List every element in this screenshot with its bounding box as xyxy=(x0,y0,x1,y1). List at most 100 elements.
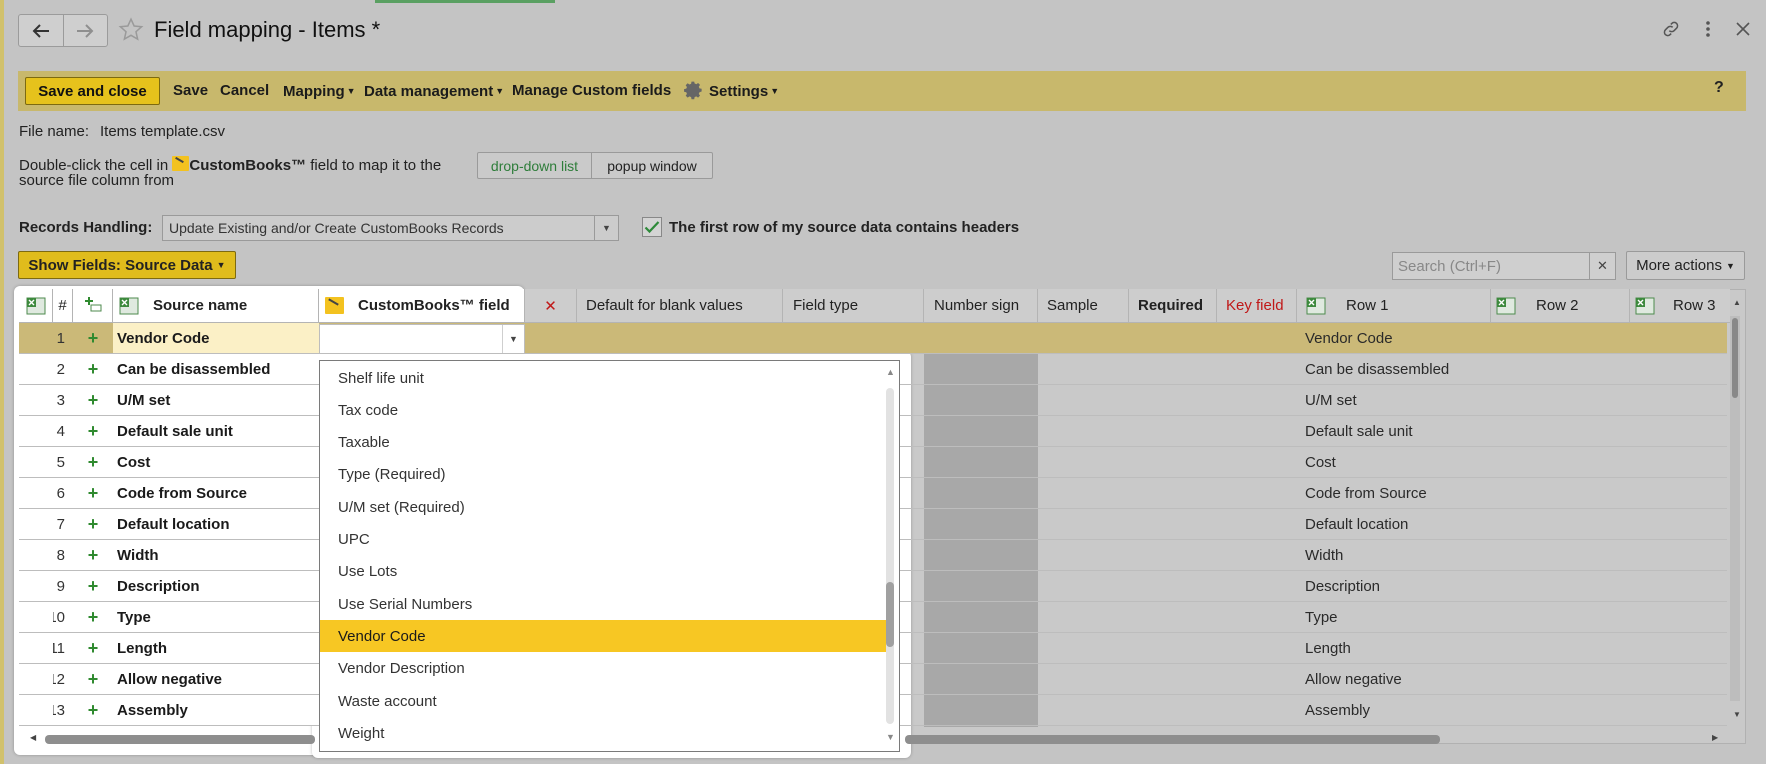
add-row-button[interactable]: + xyxy=(73,633,113,663)
row-number: 4 xyxy=(56,422,65,440)
add-row-button[interactable]: + xyxy=(73,695,113,725)
source-name-cell[interactable]: Description xyxy=(113,571,319,601)
dropdown-option[interactable]: Waste account xyxy=(320,685,886,717)
scroll-up-icon[interactable]: ▲ xyxy=(1733,298,1741,307)
source-name-cell[interactable]: Assembly xyxy=(113,695,319,725)
source-name-cell[interactable]: Width xyxy=(113,540,319,570)
scroll-right-icon[interactable]: ▶ xyxy=(1712,733,1718,742)
dropdown-option[interactable]: Tax code xyxy=(320,394,886,426)
add-row-button[interactable]: + xyxy=(73,664,113,694)
row1-cell[interactable]: Default location xyxy=(1297,509,1491,539)
row1-cell[interactable]: Width xyxy=(1297,540,1491,570)
source-name-cell[interactable]: Type xyxy=(113,602,319,632)
scroll-left-icon[interactable]: ◀ xyxy=(30,733,36,742)
search-input[interactable]: Search (Ctrl+F) xyxy=(1392,252,1590,280)
settings-label: Settings xyxy=(709,83,769,100)
show-fields-button[interactable]: Show Fields: Source Data ▼ xyxy=(18,251,236,279)
source-name-cell[interactable]: Vendor Code xyxy=(113,323,319,353)
back-button[interactable] xyxy=(19,15,63,46)
source-name-cell[interactable]: Length xyxy=(113,633,319,663)
more-menu-button[interactable] xyxy=(1695,16,1721,42)
grid-horizontal-scrollbar-thumb[interactable] xyxy=(905,735,1440,744)
dropdown-option[interactable]: Vendor Code xyxy=(320,620,886,653)
plus-icon: + xyxy=(87,668,99,689)
headers-checkbox[interactable] xyxy=(642,217,662,237)
source-name-cell[interactable]: Can be disassembled xyxy=(113,354,319,384)
row1-cell[interactable]: U/M set xyxy=(1297,385,1491,415)
records-handling-select[interactable]: Update Existing and/or Create CustomBook… xyxy=(162,215,619,241)
add-row-button[interactable]: + xyxy=(73,509,113,539)
popup-window-toggle[interactable]: popup window xyxy=(591,152,713,179)
favorite-star-button[interactable] xyxy=(118,17,146,45)
row-number: 2 xyxy=(56,360,65,378)
add-row-button[interactable]: + xyxy=(73,602,113,632)
dropdown-option[interactable]: Use Serial Numbers xyxy=(320,588,886,620)
source-name-cell[interactable]: Cost xyxy=(113,447,319,477)
custombooks-field-dropdown[interactable]: Shelf life unit Tax code Taxable Type (Requ… xyxy=(319,360,900,752)
row1-cell[interactable]: Length xyxy=(1297,633,1491,663)
active-tab-indicator xyxy=(375,0,555,3)
clear-mapping-header[interactable]: ✕ xyxy=(525,289,577,323)
dropdown-option[interactable]: Taxable xyxy=(320,427,886,459)
row1-cell[interactable]: Code from Source xyxy=(1297,478,1491,508)
save-button[interactable]: Save xyxy=(173,79,208,103)
save-and-close-button[interactable]: Save and close xyxy=(25,77,160,105)
dropdown-option[interactable]: Use Lots xyxy=(320,556,886,588)
cancel-button[interactable]: Cancel xyxy=(220,79,269,103)
settings-menu[interactable]: Settings ▼ xyxy=(709,79,779,103)
link-button[interactable] xyxy=(1658,16,1684,42)
add-row-button[interactable]: + xyxy=(73,447,113,477)
chevron-down-icon[interactable]: ▼ xyxy=(502,325,524,353)
row1-cell[interactable]: Description xyxy=(1297,571,1491,601)
row1-cell[interactable]: Assembly xyxy=(1297,695,1491,725)
source-name-cell[interactable]: Allow negative xyxy=(113,664,319,694)
search-clear-button[interactable]: ✕ xyxy=(1589,252,1616,280)
mapping-menu[interactable]: Mapping ▼ xyxy=(283,79,356,103)
source-name-cell[interactable]: Default sale unit xyxy=(113,416,319,446)
dropdown-option[interactable]: U/M set (Required) xyxy=(320,491,886,523)
add-row-button[interactable]: + xyxy=(73,385,113,415)
forward-button[interactable] xyxy=(62,15,108,46)
scroll-down-icon[interactable]: ▼ xyxy=(886,732,895,742)
dropdown-scrollbar-track[interactable] xyxy=(886,388,894,724)
row1-cell[interactable]: Allow negative xyxy=(1297,664,1491,694)
more-actions-button[interactable]: More actions ▼ xyxy=(1626,251,1745,280)
row1-cell[interactable]: Type xyxy=(1297,602,1491,632)
add-column-header[interactable] xyxy=(73,289,113,323)
grid-horizontal-scrollbar-thumb-left[interactable] xyxy=(45,735,315,744)
row1-cell[interactable]: Cost xyxy=(1297,447,1491,477)
data-management-menu[interactable]: Data management ▼ xyxy=(364,79,504,103)
row1-cell[interactable]: Vendor Code xyxy=(1297,323,1491,353)
help-button[interactable]: ? xyxy=(1714,79,1724,97)
add-row-button[interactable]: + xyxy=(73,416,113,446)
close-window-button[interactable] xyxy=(1730,16,1756,42)
dropdown-option[interactable]: Vendor Description xyxy=(320,653,886,685)
row-number: 7 xyxy=(56,515,65,533)
source-name-cell[interactable]: Code from Source xyxy=(113,478,319,508)
select-all-header[interactable] xyxy=(19,289,53,323)
table-row[interactable]: 1 + Vendor Code Vendor Code xyxy=(19,323,1727,354)
dropdown-option[interactable]: Weight xyxy=(320,717,886,749)
drop-down-list-toggle[interactable]: drop-down list xyxy=(477,152,592,179)
custombooks-field-editor[interactable]: ▼ xyxy=(319,324,525,354)
manage-custom-fields-button[interactable]: Manage Custom fields xyxy=(512,79,671,103)
grid-vertical-scrollbar-thumb[interactable] xyxy=(1732,318,1738,398)
scroll-up-icon[interactable]: ▲ xyxy=(886,367,895,377)
dropdown-scrollbar-thumb[interactable] xyxy=(886,582,894,647)
source-name-cell[interactable]: U/M set xyxy=(113,385,319,415)
add-row-button[interactable]: + xyxy=(73,571,113,601)
plus-icon: + xyxy=(87,699,99,720)
add-row-button[interactable]: + xyxy=(73,354,113,384)
dropdown-option[interactable]: Type (Required) xyxy=(320,459,886,491)
add-row-button[interactable]: + xyxy=(73,540,113,570)
dropdown-option[interactable]: UPC xyxy=(320,524,886,556)
row1-cell[interactable]: Can be disassembled xyxy=(1297,354,1491,384)
add-row-button[interactable]: + xyxy=(73,323,113,353)
row1-cell[interactable]: Default sale unit xyxy=(1297,416,1491,446)
dropdown-option[interactable]: Shelf life unit xyxy=(320,362,886,394)
source-name-cell[interactable]: Default location xyxy=(113,509,319,539)
row-number: 3 xyxy=(56,391,65,409)
scroll-down-icon[interactable]: ▼ xyxy=(1733,710,1741,719)
excel-icon xyxy=(1496,297,1516,315)
add-row-button[interactable]: + xyxy=(73,478,113,508)
